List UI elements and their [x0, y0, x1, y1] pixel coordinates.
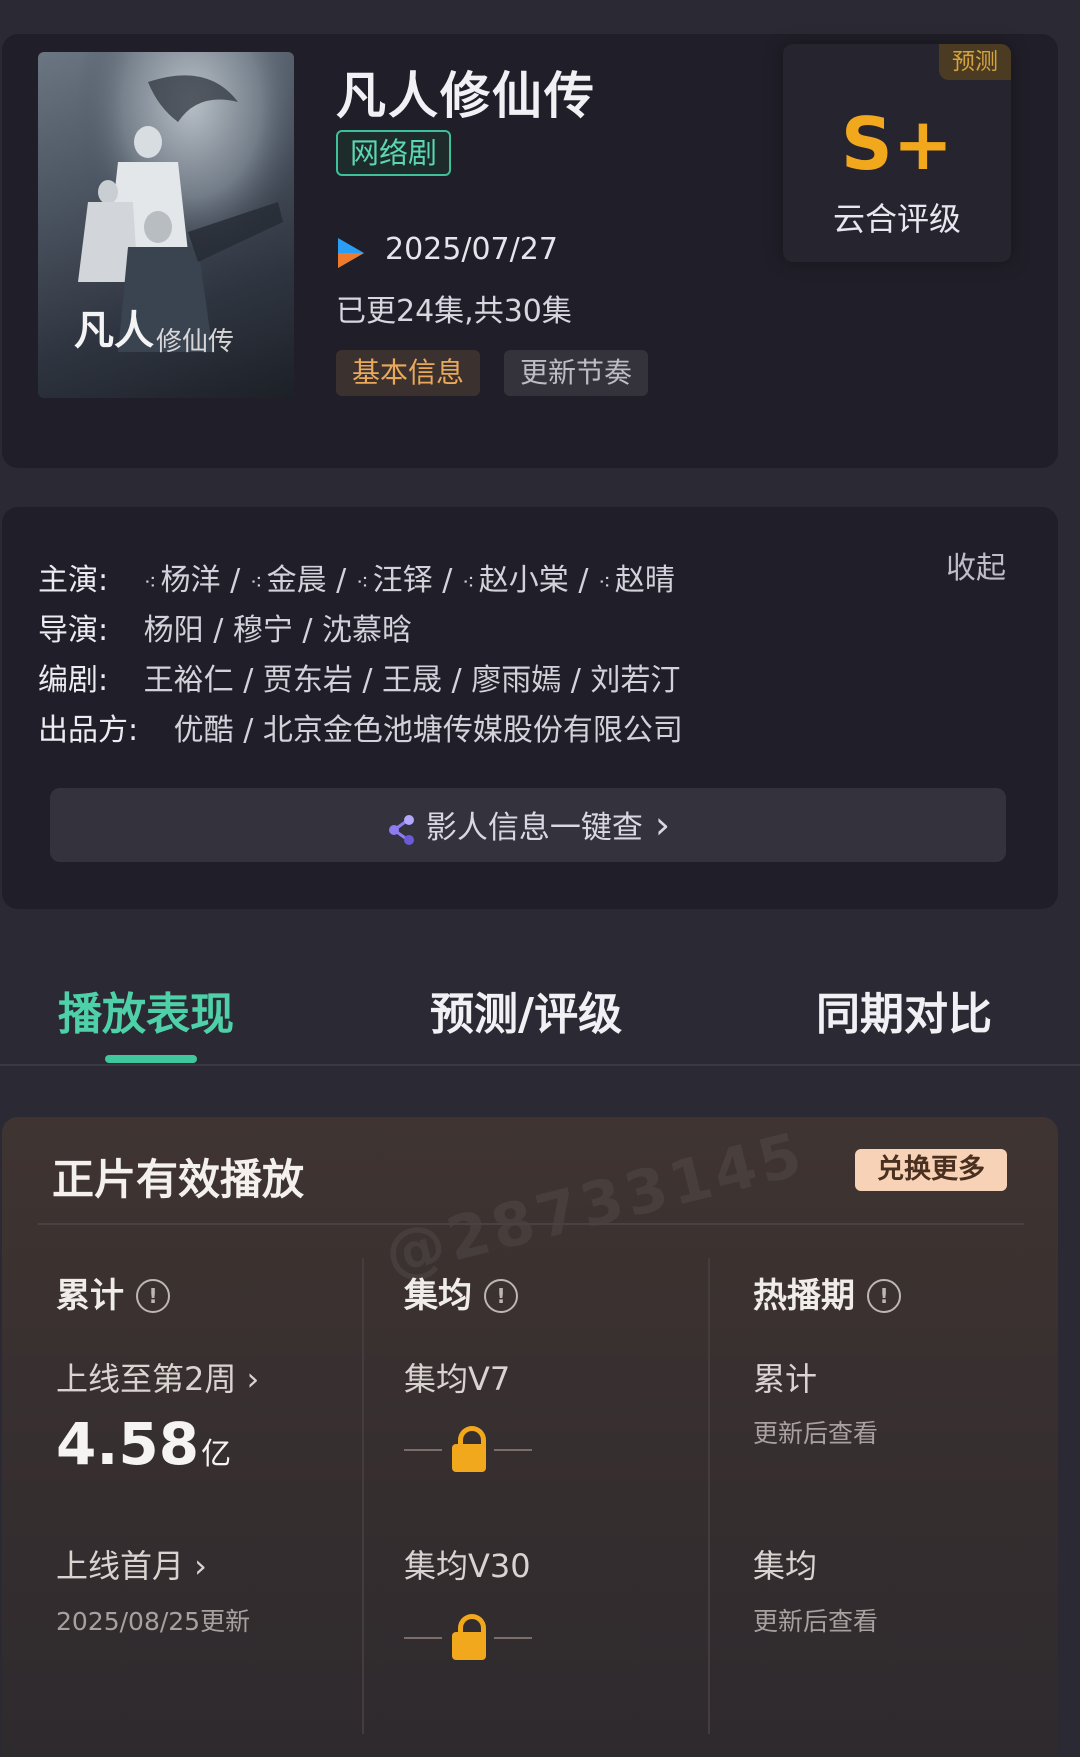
episode-status: 已更24集,共30集	[336, 294, 572, 329]
release-date: 2025/07/27	[385, 232, 558, 267]
hot-cumulative-note: 更新后查看	[753, 1419, 879, 1448]
tab-divider	[0, 1064, 1080, 1066]
producer-names[interactable]: 优酷 / 北京金色池塘传媒股份有限公司	[174, 713, 683, 748]
rating-grade: S+	[840, 102, 954, 186]
cast-member-name: 金晨	[266, 563, 327, 598]
cast-row: 主演: ⁖ 杨洋 / ⁖ 金晨 / ⁖ 汪铎 / ⁖ 赵小棠 / ⁖ 赵晴	[38, 555, 675, 599]
cast-member[interactable]: ⁖ 赵小棠	[462, 563, 569, 598]
chevron-right-icon: ›	[654, 803, 671, 847]
writer-names[interactable]: 王裕仁 / 贾东岩 / 王晟 / 廖雨嫣 / 刘若汀	[144, 663, 681, 698]
show-type-badge: 网络剧	[336, 130, 452, 176]
tab-forecast-rating[interactable]: 预测/评级	[430, 978, 622, 1042]
per-episode-header: 集均!	[404, 1268, 518, 1317]
hot-period-head-label: 热播期	[753, 1276, 855, 1316]
cast-member[interactable]: ⁖ 汪铎	[356, 563, 433, 598]
v7-label: 集均V7	[404, 1360, 511, 1398]
column-divider	[708, 1258, 710, 1734]
people-info-button[interactable]: 影人信息一键查 ›	[50, 788, 1006, 862]
week2-link[interactable]: 上线至第2周 ›	[56, 1354, 259, 1400]
cumulative-head-label: 累计	[56, 1276, 124, 1316]
director-label: 导演:	[38, 613, 109, 648]
predict-tag: 预测	[939, 44, 1011, 80]
active-tab-indicator	[105, 1055, 197, 1063]
cast-member-name: 杨洋	[160, 563, 221, 598]
node-icon: ⁖	[461, 571, 475, 596]
first-month-note: 2025/08/25更新	[56, 1607, 251, 1636]
poster-image[interactable]: 凡人 修仙传	[38, 52, 294, 398]
info-icon[interactable]: !	[136, 1279, 170, 1313]
show-title: 凡人修仙传	[336, 67, 596, 125]
cast-separator: /	[326, 563, 356, 598]
cast-member[interactable]: ⁖ 杨洋	[144, 563, 221, 598]
cumulative-number: 4.58	[56, 1410, 200, 1478]
youku-icon	[338, 238, 364, 268]
producer-row: 出品方: 优酷 / 北京金色池塘传媒股份有限公司	[38, 705, 683, 749]
exchange-more-button[interactable]: 兑换更多	[855, 1149, 1007, 1191]
cast-member-name: 赵小棠	[478, 563, 569, 598]
node-icon: ⁖	[143, 571, 157, 596]
cast-separator: /	[568, 563, 598, 598]
writer-row: 编剧: 王裕仁 / 贾东岩 / 王晟 / 廖雨嫣 / 刘若汀	[38, 655, 680, 699]
hot-cumulative-label: 累计	[753, 1360, 818, 1398]
hot-period-header: 热播期!	[753, 1268, 901, 1317]
lock-icon[interactable]	[404, 1422, 532, 1478]
column-divider	[362, 1258, 364, 1734]
info-icon[interactable]: !	[484, 1279, 518, 1313]
lock-icon[interactable]	[404, 1610, 532, 1666]
writer-label: 编剧:	[38, 663, 109, 698]
tab-basic-info[interactable]: 基本信息	[336, 350, 481, 396]
cumulative-unit: 亿	[201, 1437, 232, 1472]
v30-label: 集均V30	[404, 1547, 531, 1585]
tab-play-performance[interactable]: 播放表现	[58, 978, 234, 1042]
per-episode-head-label: 集均	[404, 1276, 472, 1316]
first-month-link[interactable]: 上线首月 ›	[56, 1541, 207, 1587]
hot-per-episode-label: 集均	[753, 1547, 818, 1585]
poster-logo-text: 凡人	[74, 307, 154, 354]
cast-member-name: 汪铎	[372, 563, 433, 598]
play-title: 正片有效播放	[52, 1155, 305, 1204]
poster-artwork: 凡人 修仙传	[38, 52, 294, 398]
director-names[interactable]: 杨阳 / 穆宁 / 沈慕晗	[144, 613, 412, 648]
svg-text:修仙传: 修仙传	[156, 327, 234, 357]
hot-per-episode-note: 更新后查看	[753, 1607, 879, 1636]
collapse-button[interactable]: 收起	[946, 543, 1006, 587]
cast-separator: /	[432, 563, 462, 598]
play-divider	[38, 1223, 1024, 1225]
cast-list: ⁖ 杨洋 / ⁖ 金晨 / ⁖ 汪铎 / ⁖ 赵小棠 / ⁖ 赵晴	[144, 563, 675, 598]
cast-member[interactable]: ⁖ 赵晴	[598, 563, 675, 598]
node-icon: ⁖	[597, 571, 611, 596]
info-icon[interactable]: !	[867, 1279, 901, 1313]
cast-separator: /	[220, 563, 250, 598]
producer-label: 出品方:	[38, 713, 139, 748]
rating-box[interactable]: 预测 S+ 云合评级	[783, 44, 1011, 262]
cumulative-header: 累计!	[56, 1268, 170, 1317]
node-icon: ⁖	[355, 571, 369, 596]
network-icon	[388, 814, 414, 845]
rating-label: 云合评级	[832, 200, 961, 238]
node-icon: ⁖	[249, 571, 263, 596]
cast-member[interactable]: ⁖ 金晨	[250, 563, 327, 598]
director-row: 导演: 杨阳 / 穆宁 / 沈慕晗	[38, 605, 412, 649]
tab-update-rhythm[interactable]: 更新节奏	[504, 350, 649, 396]
tab-period-compare[interactable]: 同期对比	[816, 978, 992, 1042]
cast-member-name: 赵晴	[614, 563, 675, 598]
cast-label: 主演:	[38, 563, 109, 598]
people-info-label: 影人信息一键查	[425, 810, 643, 846]
cumulative-value: 4.58亿	[56, 1410, 231, 1478]
